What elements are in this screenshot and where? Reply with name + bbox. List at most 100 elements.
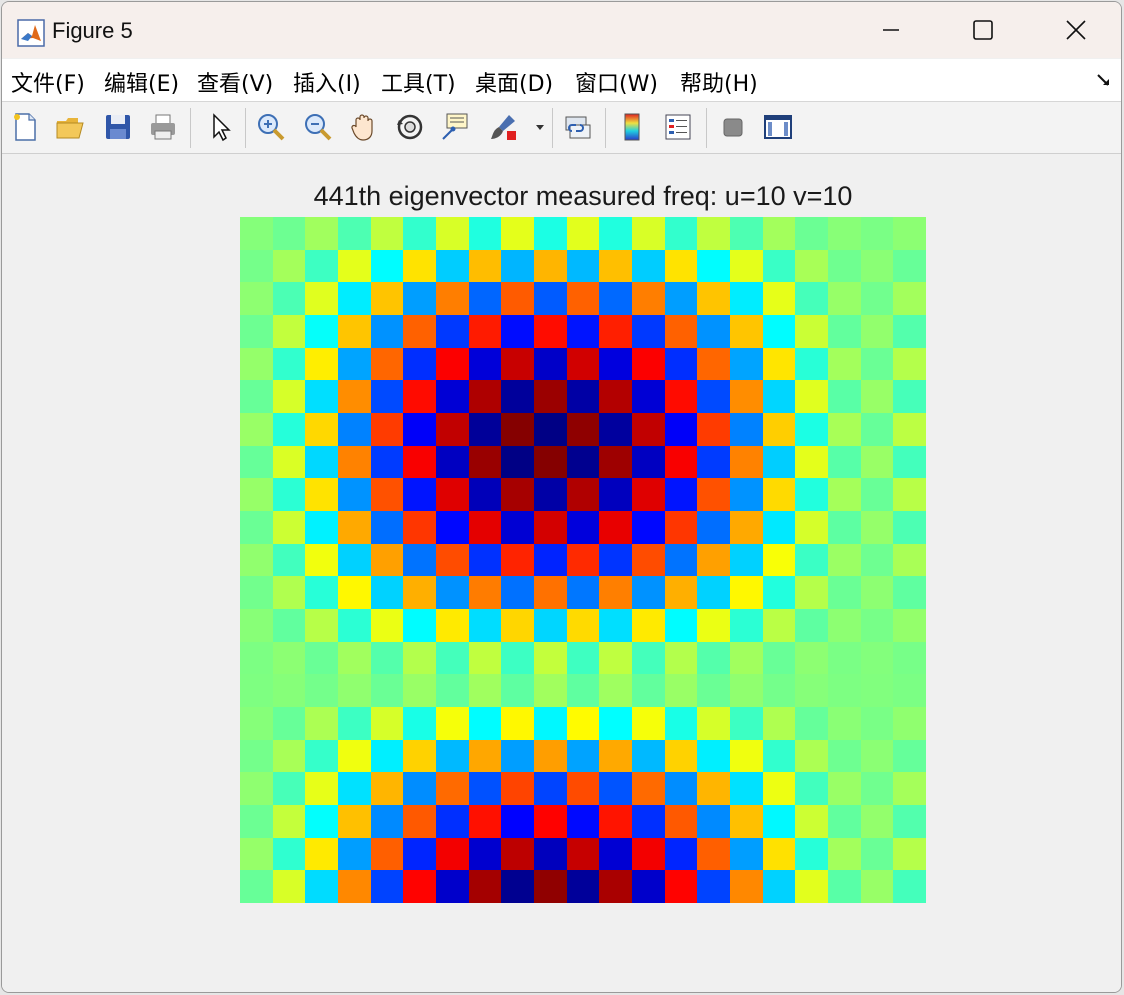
heatmap-cell [370,315,404,348]
heatmap-cell [240,837,273,871]
eigenvector-heatmap[interactable] [240,217,926,903]
heatmap-cell [730,739,763,773]
menu-help[interactable]: 帮助(H) [680,66,758,98]
heatmap-cell [305,282,338,315]
heatmap-cell [893,641,926,675]
hide-plot-tools-button[interactable] [716,110,750,144]
menu-desktop[interactable]: 桌面(D) [475,66,553,98]
heatmap-cell [795,249,828,283]
menu-window[interactable]: 窗口(W) [575,66,658,98]
heatmap-cell [828,413,861,446]
heatmap-cell [860,870,894,903]
save-button[interactable] [101,110,135,144]
open-file-button[interactable] [53,110,87,144]
heatmap-cell [403,347,436,381]
pan-button[interactable] [347,110,381,144]
menu-file[interactable]: 文件(F) [11,66,85,98]
heatmap-cell [338,837,371,871]
heatmap-cell [664,707,698,740]
figure-canvas[interactable]: 441th eigenvector measured freq: u=10 v=… [2,154,1121,992]
brush-dropdown-button[interactable] [531,110,549,144]
heatmap-cell [730,249,763,283]
heatmap-cell [468,217,502,250]
heatmap-cell [795,739,828,773]
heatmap-cell [730,282,763,315]
heatmap-cell [632,282,665,315]
menu-edit[interactable]: 编辑(E) [104,66,179,98]
heatmap-cell [762,249,796,283]
heatmap-cell [762,445,796,479]
heatmap-cell [893,805,926,838]
maximize-button[interactable] [937,2,1029,58]
heatmap-cell [305,543,338,577]
zoom-out-button[interactable] [301,110,335,144]
rotate-3d-button[interactable] [393,110,427,144]
heatmap-cell [370,347,404,381]
heatmap-cell [795,380,828,413]
heatmap-cell [403,739,436,773]
heatmap-cell [632,347,665,381]
heatmap-cell [762,805,796,838]
matlab-app-icon [17,19,45,47]
heatmap-cell [468,347,502,381]
heatmap-cell [730,380,763,413]
heatmap-cell [501,772,534,805]
close-button[interactable] [1030,2,1121,58]
edit-plot-pointer-icon [213,113,231,142]
heatmap-cell [370,217,404,250]
heatmap-cell [468,739,502,773]
menu-tools[interactable]: 工具(T) [381,66,456,98]
heatmap-cell [632,576,665,609]
heatmap-cell [632,674,665,707]
minimize-button[interactable] [845,2,937,58]
insert-colorbar-button[interactable] [615,110,649,144]
heatmap-cell [697,772,730,805]
show-plot-tools-button[interactable] [761,110,795,144]
heatmap-cell [501,249,534,283]
menu-view[interactable]: 查看(V) [197,66,273,98]
heatmap-cell [795,282,828,315]
heatmap-cell [664,870,698,903]
edit-plot-button[interactable] [203,110,237,144]
print-button[interactable] [146,110,180,144]
heatmap-cell [305,739,338,773]
heatmap-cell [272,380,306,413]
heatmap-cell [272,674,306,707]
heatmap-cell [664,576,698,609]
heatmap-cell [436,249,469,283]
dock-figure-icon[interactable] [1095,71,1113,89]
heatmap-cell [828,445,861,479]
heatmap-cell [697,609,730,642]
heatmap-cell [632,772,665,805]
heatmap-cell [599,380,632,413]
heatmap-cell [468,674,502,707]
heatmap-cell [893,282,926,315]
heatmap-cell [860,739,894,773]
data-cursor-button[interactable] [438,110,472,144]
heatmap-cell [436,772,469,805]
title-bar[interactable]: Figure 5 [2,2,1121,58]
menu-insert[interactable]: 插入(I) [293,66,361,98]
heatmap-cell [664,478,698,511]
heatmap-cell [828,576,861,609]
heatmap-cell [501,870,534,903]
toolbar-separator [605,108,606,148]
heatmap-cell [370,609,404,642]
heatmap-cell [828,543,861,577]
heatmap-cell [240,772,273,805]
heatmap-cell [534,347,567,381]
heatmap-cell [534,739,567,773]
heatmap-cell [893,772,926,805]
zoom-in-button[interactable] [254,110,288,144]
heatmap-cell [893,739,926,773]
heatmap-cell [468,837,502,871]
link-plot-button[interactable] [561,110,595,144]
new-figure-button[interactable] [8,110,42,144]
insert-legend-button[interactable] [661,110,695,144]
brush-icon [491,115,516,140]
heatmap-cell [370,413,404,446]
heatmap-cell [632,413,665,446]
heatmap-cell [730,511,763,544]
brush-button[interactable] [486,110,520,144]
heatmap-cell [566,837,600,871]
